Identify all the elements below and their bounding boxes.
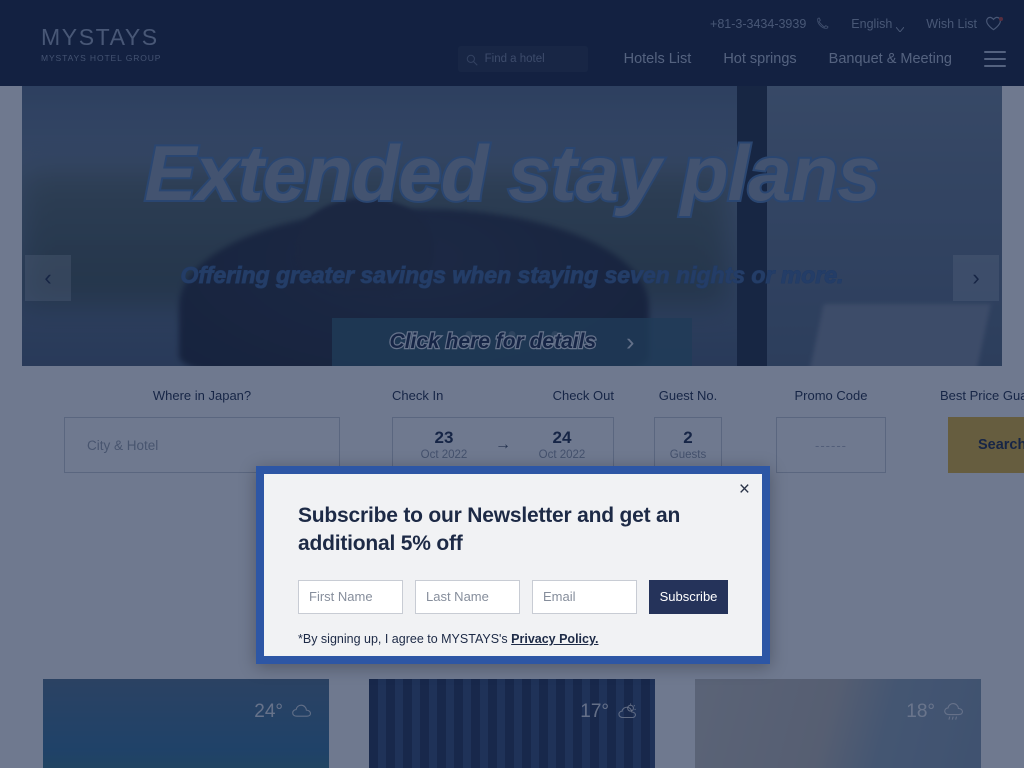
destination-label: Where in Japan?	[152, 388, 252, 403]
promo-code-field: Promo Code ------	[776, 388, 886, 473]
weather-temperature: 17°	[580, 701, 609, 722]
phone-icon	[816, 16, 829, 31]
first-name-input[interactable]	[298, 579, 403, 614]
subscribe-button[interactable]: Subscribe	[649, 579, 728, 614]
guest-count-value: 2	[683, 428, 693, 448]
hotel-card[interactable]: 17°	[369, 679, 655, 768]
carousel-next-button[interactable]: ›	[953, 255, 999, 301]
check-out-month: Oct 2022	[538, 448, 586, 461]
date-range-field: Check In Check Out 23 Oct 2022 → 24 Oct …	[392, 388, 614, 473]
search-button[interactable]: Search	[948, 417, 1024, 473]
hamburger-bar	[984, 65, 1006, 67]
newsletter-form: Subscribe	[298, 579, 728, 614]
newsletter-modal-title: Subscribe to our Newsletter and get an a…	[298, 504, 681, 555]
promo-code-label: Promo Code	[794, 388, 868, 403]
best-price-guarantee-label: Best Price Guarantee	[940, 388, 1024, 403]
page-root: MYSTAYS MYSTAYS HOTEL GROUP +81-3-3434-3…	[0, 0, 1024, 768]
check-out-value[interactable]: 24 Oct 2022	[525, 429, 599, 461]
arrow-right-icon: →	[495, 436, 511, 453]
weather-badge: 18°	[906, 701, 965, 723]
hotel-card-image	[43, 679, 329, 768]
hotel-card-image	[369, 679, 655, 768]
check-out-label: Check Out	[552, 388, 614, 403]
featured-hotels-cards: 24° 17° 18°	[0, 679, 1024, 768]
weather-temperature: 18°	[906, 701, 935, 722]
carousel-prev-button[interactable]: ‹	[25, 255, 71, 301]
sun-behind-cloud-icon	[617, 702, 639, 722]
carousel-dot[interactable]	[551, 331, 559, 338]
wish-list-link[interactable]: Wish List	[926, 16, 1003, 31]
carousel-dots	[465, 331, 559, 338]
hotel-card[interactable]: 18°	[695, 679, 981, 768]
consent-text: *By signing up, I agree to MYSTAYS's	[298, 631, 512, 646]
check-in-month: Oct 2022	[420, 448, 468, 461]
weather-badge: 17°	[580, 701, 639, 723]
chevron-down-icon	[895, 21, 905, 33]
language-selector[interactable]: English	[851, 16, 905, 33]
nav-item-hotels-list[interactable]: Hotels List	[624, 51, 692, 67]
hamburger-bar	[984, 51, 1006, 53]
nav-item-banquet-meeting[interactable]: Banquet & Meeting	[829, 51, 952, 67]
weather-badge: 24°	[254, 701, 313, 723]
wish-list-label: Wish List	[926, 16, 977, 31]
language-label: English	[851, 16, 893, 31]
carousel-dot[interactable]	[465, 331, 473, 338]
main-navigation: Find a hotel Hotels List Hot springs Ban…	[457, 46, 1006, 72]
hero-carousel: Extended stay plans Offering greater sav…	[22, 86, 1002, 366]
promo-code-input-wrap[interactable]: ------	[776, 417, 886, 473]
hero-subtitle: Offering greater savings when staying se…	[180, 262, 844, 289]
guest-count-field: Guest No. 2 Guests	[654, 388, 722, 473]
guest-count-label: Guest No.	[658, 388, 718, 403]
last-name-input[interactable]	[415, 579, 520, 614]
newsletter-modal: × Subscribe to our Newsletter and get an…	[256, 466, 770, 664]
nav-item-hot-springs[interactable]: Hot springs	[723, 51, 796, 67]
phone-number: +81-3-3434-3939	[710, 16, 807, 31]
phone-link[interactable]: +81-3-3434-3939	[710, 16, 829, 31]
chevron-right-icon: ›	[626, 327, 635, 356]
guest-count-unit: Guests	[669, 448, 707, 461]
hero-title: Extended stay plans	[142, 129, 882, 217]
check-in-day: 23	[434, 428, 454, 448]
best-price-guarantee-field: Best Price Guarantee Search	[940, 388, 1024, 473]
header-search-box[interactable]: Find a hotel	[457, 46, 588, 72]
header-utility-bar: +81-3-3434-3939 English Wish List	[710, 16, 1003, 33]
hamburger-menu-icon[interactable]	[984, 51, 1006, 67]
hotel-card-image	[695, 679, 981, 768]
date-range-picker[interactable]: 23 Oct 2022 → 24 Oct 2022	[392, 417, 614, 473]
newsletter-consent-note: *By signing up, I agree to MYSTAYS's Pri…	[298, 632, 728, 646]
cloud-icon	[291, 702, 313, 722]
newsletter-modal-body: × Subscribe to our Newsletter and get an…	[264, 474, 762, 656]
destination-field: Where in Japan? City & Hotel	[64, 388, 340, 473]
site-header: MYSTAYS MYSTAYS HOTEL GROUP +81-3-3434-3…	[0, 0, 1024, 86]
hotel-card[interactable]: 24°	[43, 679, 329, 768]
hero-cta-button[interactable]: Click here for details ›	[332, 318, 692, 366]
logo-tagline: MYSTAYS HOTEL GROUP	[41, 53, 162, 63]
guest-count-selector[interactable]: 2 Guests	[654, 417, 722, 473]
destination-placeholder: City & Hotel	[87, 437, 159, 453]
rain-cloud-icon	[943, 702, 965, 722]
carousel-dot[interactable]	[508, 331, 516, 338]
logo-wordmark: MYSTAYS	[41, 24, 159, 50]
email-input[interactable]	[532, 579, 637, 614]
header-search-placeholder: Find a hotel	[484, 53, 545, 65]
check-out-day: 24	[552, 428, 572, 448]
check-in-value[interactable]: 23 Oct 2022	[407, 429, 481, 461]
hamburger-bar	[984, 58, 1006, 60]
promo-code-placeholder: ------	[815, 437, 847, 453]
site-logo[interactable]: MYSTAYS MYSTAYS HOTEL GROUP	[41, 26, 161, 63]
destination-input-wrap[interactable]: City & Hotel	[64, 417, 340, 473]
check-in-label: Check In	[392, 388, 444, 403]
heart-icon	[985, 16, 1003, 31]
wish-list-badge-dot	[999, 17, 1003, 21]
close-icon[interactable]: ×	[739, 480, 750, 499]
privacy-policy-link[interactable]: Privacy Policy.	[511, 632, 598, 646]
search-icon	[466, 53, 478, 66]
weather-temperature: 24°	[254, 701, 283, 722]
